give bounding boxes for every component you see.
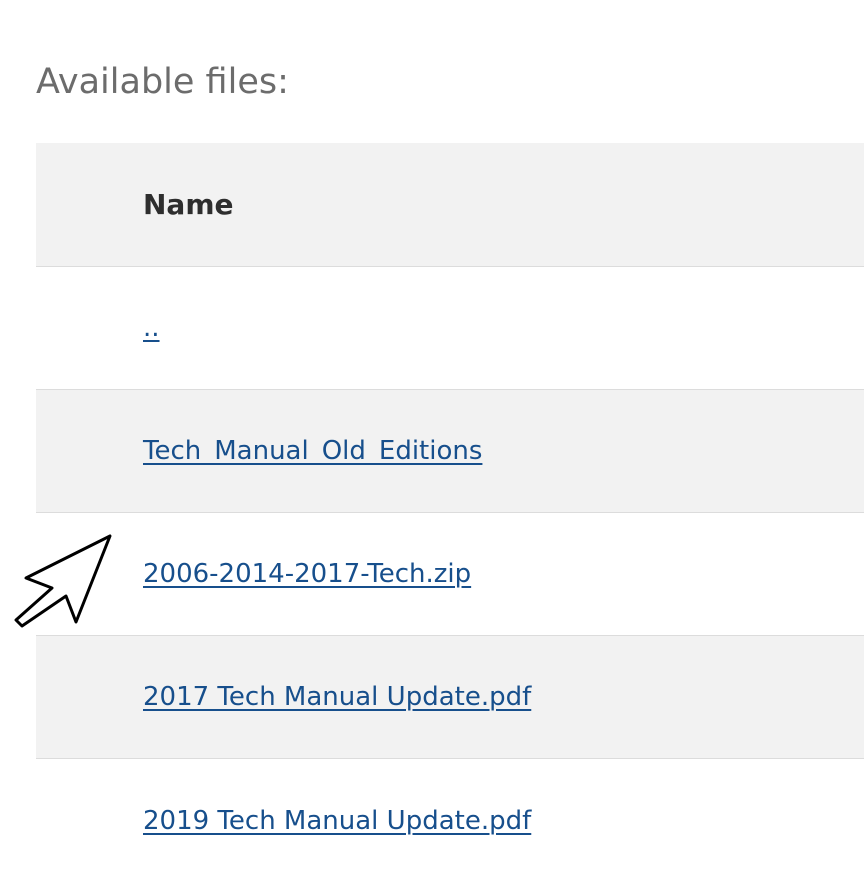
parent-directory-link[interactable]: .. bbox=[143, 313, 160, 343]
table-row: 2019 Tech Manual Update.pdf bbox=[36, 759, 864, 882]
file-link-2017-tech-manual-update[interactable]: 2017 Tech Manual Update.pdf bbox=[143, 682, 531, 712]
table-row: Tech_Manual_Old_Editions bbox=[36, 390, 864, 513]
mouse-pointer-icon bbox=[14, 534, 112, 628]
folder-link-tech-manual-old-editions[interactable]: Tech_Manual_Old_Editions bbox=[143, 436, 482, 466]
table-header-row: Name bbox=[36, 143, 864, 267]
file-listing-page: Available files: Name .. Tech_Manual_Old… bbox=[0, 0, 864, 882]
files-table: Name .. Tech_Manual_Old_Editions 2006-20… bbox=[36, 143, 864, 882]
file-link-2019-tech-manual-update[interactable]: 2019 Tech Manual Update.pdf bbox=[143, 806, 531, 836]
table-row: .. bbox=[36, 267, 864, 390]
file-link-2006-2014-2017-tech-zip[interactable]: 2006-2014-2017-Tech.zip bbox=[143, 559, 471, 589]
available-files-heading: Available files: bbox=[36, 62, 289, 102]
table-row: 2006-2014-2017-Tech.zip bbox=[36, 513, 864, 636]
table-row: 2017 Tech Manual Update.pdf bbox=[36, 636, 864, 759]
name-column-header[interactable]: Name bbox=[143, 188, 234, 221]
